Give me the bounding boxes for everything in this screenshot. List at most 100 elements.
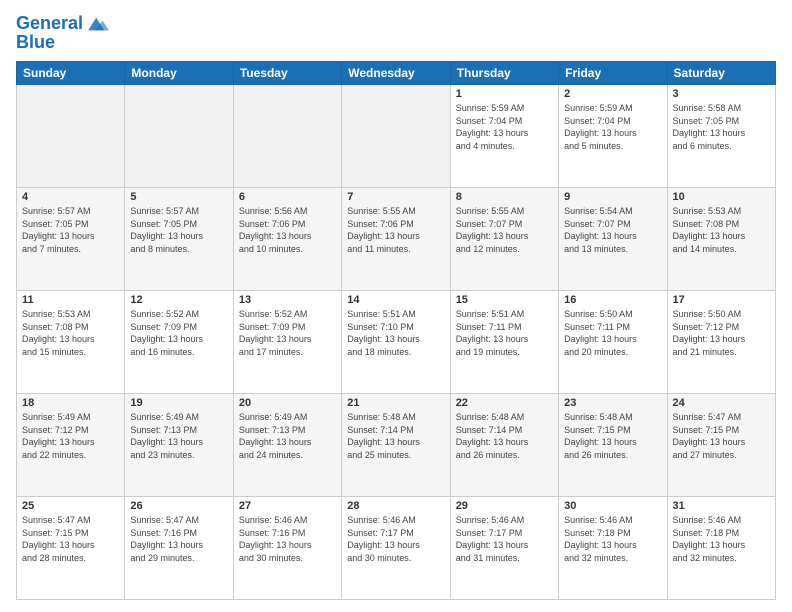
day-info: Sunrise: 5:57 AM Sunset: 7:05 PM Dayligh… [22, 205, 119, 255]
day-info: Sunrise: 5:50 AM Sunset: 7:12 PM Dayligh… [673, 308, 770, 358]
calendar-cell: 20 Sunrise: 5:49 AM Sunset: 7:13 PM Dayli… [233, 394, 341, 497]
day-info: Sunrise: 5:53 AM Sunset: 7:08 PM Dayligh… [22, 308, 119, 358]
day-info: Sunrise: 5:51 AM Sunset: 7:10 PM Dayligh… [347, 308, 444, 358]
day-number: 25 [22, 500, 119, 512]
day-info: Sunrise: 5:47 AM Sunset: 7:15 PM Dayligh… [22, 514, 119, 564]
calendar-cell: 29 Sunrise: 5:46 AM Sunset: 7:17 PM Dayli… [450, 497, 558, 600]
col-header-monday: Monday [125, 62, 233, 85]
day-info: Sunrise: 5:56 AM Sunset: 7:06 PM Dayligh… [239, 205, 336, 255]
calendar-cell: 1Sunrise: 5:59 AM Sunset: 7:04 PM Daylig… [450, 85, 558, 188]
day-number: 12 [130, 294, 227, 306]
calendar-cell: 6Sunrise: 5:56 AM Sunset: 7:06 PM Daylig… [233, 188, 341, 291]
day-info: Sunrise: 5:46 AM Sunset: 7:18 PM Dayligh… [564, 514, 661, 564]
logo-text: General [16, 14, 83, 34]
col-header-thursday: Thursday [450, 62, 558, 85]
day-info: Sunrise: 5:49 AM Sunset: 7:13 PM Dayligh… [239, 411, 336, 461]
calendar-cell: 10 Sunrise: 5:53 AM Sunset: 7:08 PM Dayli… [667, 188, 775, 291]
calendar-cell: 3 Sunrise: 5:58 AM Sunset: 7:05 PM Daylig… [667, 85, 775, 188]
day-info: Sunrise: 5:52 AM Sunset: 7:09 PM Dayligh… [239, 308, 336, 358]
day-number: 10 [673, 191, 770, 203]
calendar-cell: 25 Sunrise: 5:47 AM Sunset: 7:15 PM Dayli… [17, 497, 125, 600]
day-number: 13 [239, 294, 336, 306]
calendar-cell: 9 Sunrise: 5:54 AM Sunset: 7:07 PM Daylig… [559, 188, 667, 291]
day-number: 9 [564, 191, 661, 203]
calendar-cell: 24 Sunrise: 5:47 AM Sunset: 7:15 PM Dayli… [667, 394, 775, 497]
calendar-week-row: 1 Sunrise: 5:59 AM Sunset: 7:04 PM Daylig… [17, 85, 776, 188]
calendar-cell: 11 Sunrise: 5:53 AM Sunset: 7:08 PM Dayli… [17, 291, 125, 394]
col-header-wednesday: Wednesday [342, 62, 450, 85]
calendar-week-row: 11 Sunrise: 5:53 AM Sunset: 7:08 PM Dayli… [17, 291, 776, 394]
calendar-cell [125, 85, 233, 188]
calendar-cell: 28 Sunrise: 5:46 AM Sunset: 7:17 PM Dayli… [342, 497, 450, 600]
calendar-cell: 15 Sunrise: 5:51 AM Sunset: 7:11 PM Dayli… [450, 291, 558, 394]
calendar-header-row: SundayMondayTuesdayWednesdayThursdayFrid… [17, 62, 776, 85]
day-number: 28 [347, 500, 444, 512]
day-info: Sunrise: 5:47 AM Sunset: 7:15 PM Dayligh… [673, 411, 770, 461]
calendar-cell: 17 Sunrise: 5:50 AM Sunset: 7:12 PM Dayli… [667, 291, 775, 394]
day-number: 20 [239, 397, 336, 409]
day-number: 4 [22, 191, 119, 203]
calendar-cell [342, 85, 450, 188]
day-info: Sunrise: 5:50 AM Sunset: 7:11 PM Dayligh… [564, 308, 661, 358]
day-number: 18 [22, 397, 119, 409]
calendar-cell: 7 Sunrise: 5:55 AM Sunset: 7:06 PM Daylig… [342, 188, 450, 291]
calendar-cell: 5Sunrise: 5:57 AM Sunset: 7:05 PM Daylig… [125, 188, 233, 291]
calendar-cell: 16 Sunrise: 5:50 AM Sunset: 7:11 PM Dayli… [559, 291, 667, 394]
day-number: 26 [130, 500, 227, 512]
day-info: Sunrise: 5:59 AM Sunset: 7:04 PM Dayligh… [564, 102, 661, 152]
calendar-cell: 14 Sunrise: 5:51 AM Sunset: 7:10 PM Dayli… [342, 291, 450, 394]
calendar-cell: 27 Sunrise: 5:46 AM Sunset: 7:16 PM Dayli… [233, 497, 341, 600]
day-info: Sunrise: 5:55 AM Sunset: 7:07 PM Dayligh… [456, 205, 553, 255]
day-number: 16 [564, 294, 661, 306]
day-info: Sunrise: 5:52 AM Sunset: 7:09 PM Dayligh… [130, 308, 227, 358]
calendar-cell: 13 Sunrise: 5:52 AM Sunset: 7:09 PM Dayli… [233, 291, 341, 394]
page: General Blue SundayMondayTuesdayWednesda… [0, 0, 792, 612]
day-info: Sunrise: 5:46 AM Sunset: 7:17 PM Dayligh… [347, 514, 444, 564]
day-number: 17 [673, 294, 770, 306]
calendar-cell: 8Sunrise: 5:55 AM Sunset: 7:07 PM Daylig… [450, 188, 558, 291]
day-info: Sunrise: 5:58 AM Sunset: 7:05 PM Dayligh… [673, 102, 770, 152]
calendar-cell: 31Sunrise: 5:46 AM Sunset: 7:18 PM Dayli… [667, 497, 775, 600]
calendar-cell: 19Sunrise: 5:49 AM Sunset: 7:13 PM Dayli… [125, 394, 233, 497]
day-info: Sunrise: 5:55 AM Sunset: 7:06 PM Dayligh… [347, 205, 444, 255]
day-info: Sunrise: 5:46 AM Sunset: 7:16 PM Dayligh… [239, 514, 336, 564]
day-info: Sunrise: 5:48 AM Sunset: 7:15 PM Dayligh… [564, 411, 661, 461]
day-number: 30 [564, 500, 661, 512]
day-info: Sunrise: 5:46 AM Sunset: 7:18 PM Dayligh… [673, 514, 770, 564]
calendar-table: SundayMondayTuesdayWednesdayThursdayFrid… [16, 61, 776, 600]
logo-icon [85, 12, 109, 36]
day-info: Sunrise: 5:53 AM Sunset: 7:08 PM Dayligh… [673, 205, 770, 255]
calendar-cell [233, 85, 341, 188]
calendar-cell [17, 85, 125, 188]
day-number: 7 [347, 191, 444, 203]
day-info: Sunrise: 5:46 AM Sunset: 7:17 PM Dayligh… [456, 514, 553, 564]
day-number: 24 [673, 397, 770, 409]
calendar-cell: 22 Sunrise: 5:48 AM Sunset: 7:14 PM Dayli… [450, 394, 558, 497]
day-info: Sunrise: 5:48 AM Sunset: 7:14 PM Dayligh… [347, 411, 444, 461]
calendar-week-row: 18 Sunrise: 5:49 AM Sunset: 7:12 PM Dayli… [17, 394, 776, 497]
day-number: 3 [673, 88, 770, 100]
calendar-cell: 18 Sunrise: 5:49 AM Sunset: 7:12 PM Dayli… [17, 394, 125, 497]
day-number: 21 [347, 397, 444, 409]
day-info: Sunrise: 5:51 AM Sunset: 7:11 PM Dayligh… [456, 308, 553, 358]
day-number: 1 [456, 88, 553, 100]
calendar-cell: 2 Sunrise: 5:59 AM Sunset: 7:04 PM Daylig… [559, 85, 667, 188]
day-info: Sunrise: 5:49 AM Sunset: 7:13 PM Dayligh… [130, 411, 227, 461]
day-number: 14 [347, 294, 444, 306]
calendar-cell: 23Sunrise: 5:48 AM Sunset: 7:15 PM Dayli… [559, 394, 667, 497]
calendar-cell: 12 Sunrise: 5:52 AM Sunset: 7:09 PM Dayli… [125, 291, 233, 394]
day-info: Sunrise: 5:48 AM Sunset: 7:14 PM Dayligh… [456, 411, 553, 461]
calendar-week-row: 4 Sunrise: 5:57 AM Sunset: 7:05 PM Daylig… [17, 188, 776, 291]
day-number: 11 [22, 294, 119, 306]
day-number: 2 [564, 88, 661, 100]
day-info: Sunrise: 5:54 AM Sunset: 7:07 PM Dayligh… [564, 205, 661, 255]
day-number: 15 [456, 294, 553, 306]
col-header-sunday: Sunday [17, 62, 125, 85]
day-info: Sunrise: 5:49 AM Sunset: 7:12 PM Dayligh… [22, 411, 119, 461]
calendar-cell: 30 Sunrise: 5:46 AM Sunset: 7:18 PM Dayli… [559, 497, 667, 600]
day-number: 29 [456, 500, 553, 512]
day-number: 27 [239, 500, 336, 512]
day-number: 22 [456, 397, 553, 409]
calendar-cell: 26Sunrise: 5:47 AM Sunset: 7:16 PM Dayli… [125, 497, 233, 600]
header: General Blue [16, 12, 776, 53]
